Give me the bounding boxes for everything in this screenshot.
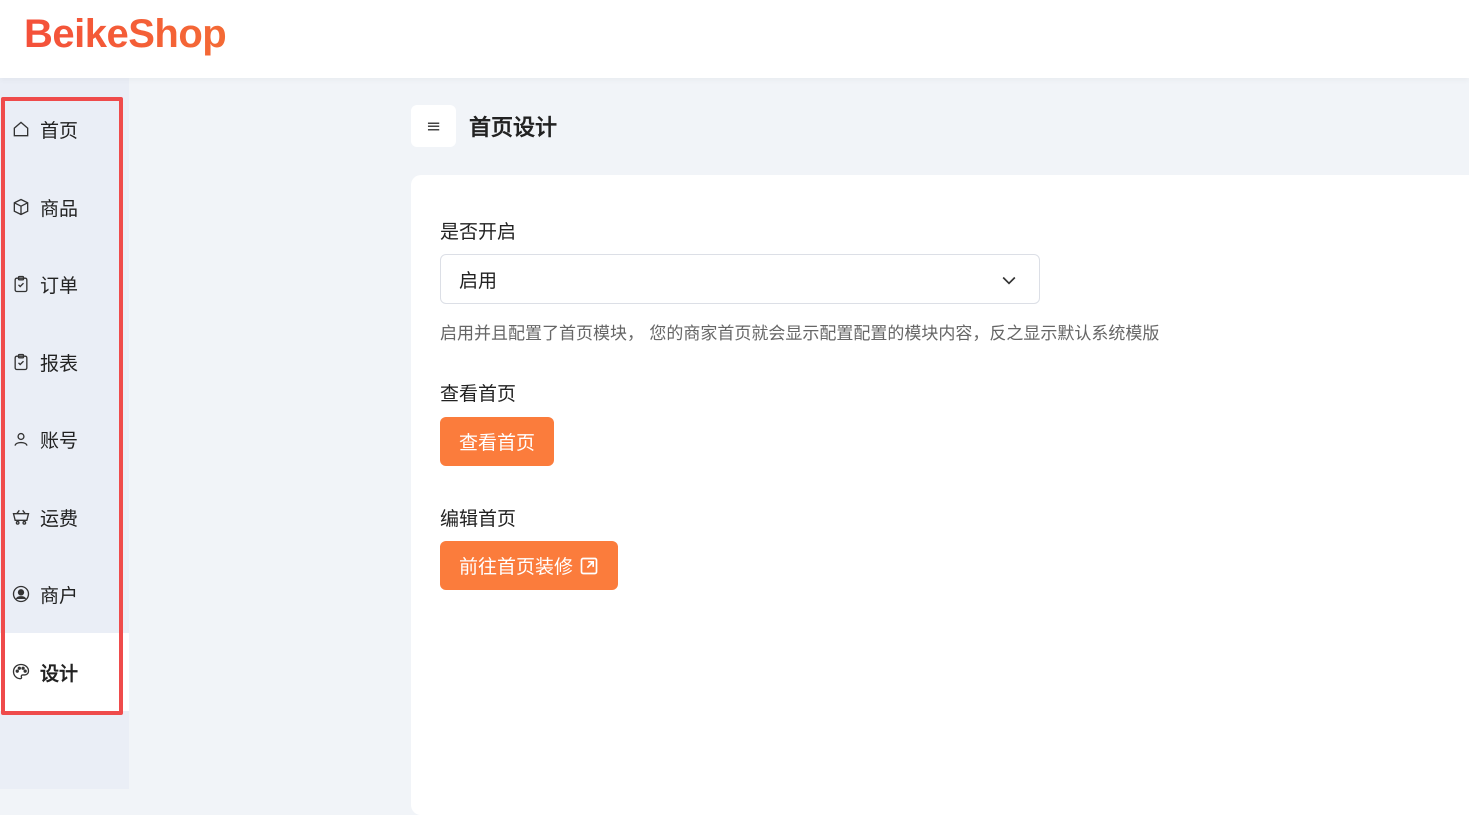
- menu-toggle-button[interactable]: ≡: [411, 105, 456, 147]
- enable-label: 是否开启: [440, 221, 517, 243]
- sidebar-item-merchant[interactable]: 商户: [0, 555, 129, 633]
- sidebar-item-label: 首页: [40, 119, 79, 142]
- chevron-down-icon: [1002, 276, 1016, 285]
- sidebar-item-label: 报表: [40, 352, 79, 375]
- cart-icon: [10, 506, 32, 528]
- decorate-homepage-button-label: 前往首页装修: [459, 556, 574, 578]
- clipboard-check-icon: [10, 273, 32, 295]
- user-icon: [10, 428, 32, 450]
- user-circle-icon: [10, 583, 32, 605]
- decorate-homepage-button[interactable]: 前往首页装修: [440, 541, 619, 590]
- edit-homepage-label: 编辑首页: [440, 508, 517, 530]
- sidebar-item-reports[interactable]: 报表: [0, 323, 129, 401]
- sidebar-item-label: 账号: [40, 429, 79, 452]
- top-bar: BeikeShop: [0, 0, 1469, 78]
- box-icon: [10, 196, 32, 218]
- enable-select-value: 启用: [459, 269, 498, 292]
- view-homepage-button-label: 查看首页: [459, 432, 536, 454]
- palette-icon: [10, 661, 32, 683]
- sidebar-item-label: 设计: [40, 662, 79, 685]
- page-header: ≡ 首页设计: [411, 105, 557, 147]
- sidebar-item-label: 运费: [40, 507, 79, 530]
- sidebar-item-label: 订单: [40, 274, 79, 297]
- menu-icon: ≡: [425, 115, 442, 137]
- enable-help-text: 启用并且配置了首页模块， 您的商家首页就会显示配置配置的模块内容，反之显示默认系…: [440, 324, 1160, 344]
- sidebar-item-products[interactable]: 商品: [0, 168, 129, 246]
- settings-card: 是否开启 启用 启用并且配置了首页模块， 您的商家首页就会显示配置配置的模块内容…: [411, 175, 1469, 815]
- brand-logo[interactable]: BeikeShop: [24, 12, 227, 57]
- clipboard-check-icon: [10, 351, 32, 373]
- sidebar-item-label: 商品: [40, 197, 79, 220]
- sidebar-item-account[interactable]: 账号: [0, 400, 129, 478]
- enable-select[interactable]: 启用: [440, 254, 1040, 304]
- sidebar-item-label: 商户: [40, 584, 79, 607]
- page-title: 首页设计: [469, 116, 558, 141]
- sidebar-item-shipping[interactable]: 运费: [0, 478, 129, 556]
- sidebar-item-orders[interactable]: 订单: [0, 245, 129, 323]
- external-link-icon: [580, 557, 598, 574]
- sidebar-item-design[interactable]: 设计: [0, 633, 129, 711]
- home-icon: [10, 118, 32, 140]
- view-homepage-label: 查看首页: [440, 383, 517, 405]
- sidebar-item-home[interactable]: 首页: [0, 90, 129, 168]
- view-homepage-button[interactable]: 查看首页: [440, 417, 555, 466]
